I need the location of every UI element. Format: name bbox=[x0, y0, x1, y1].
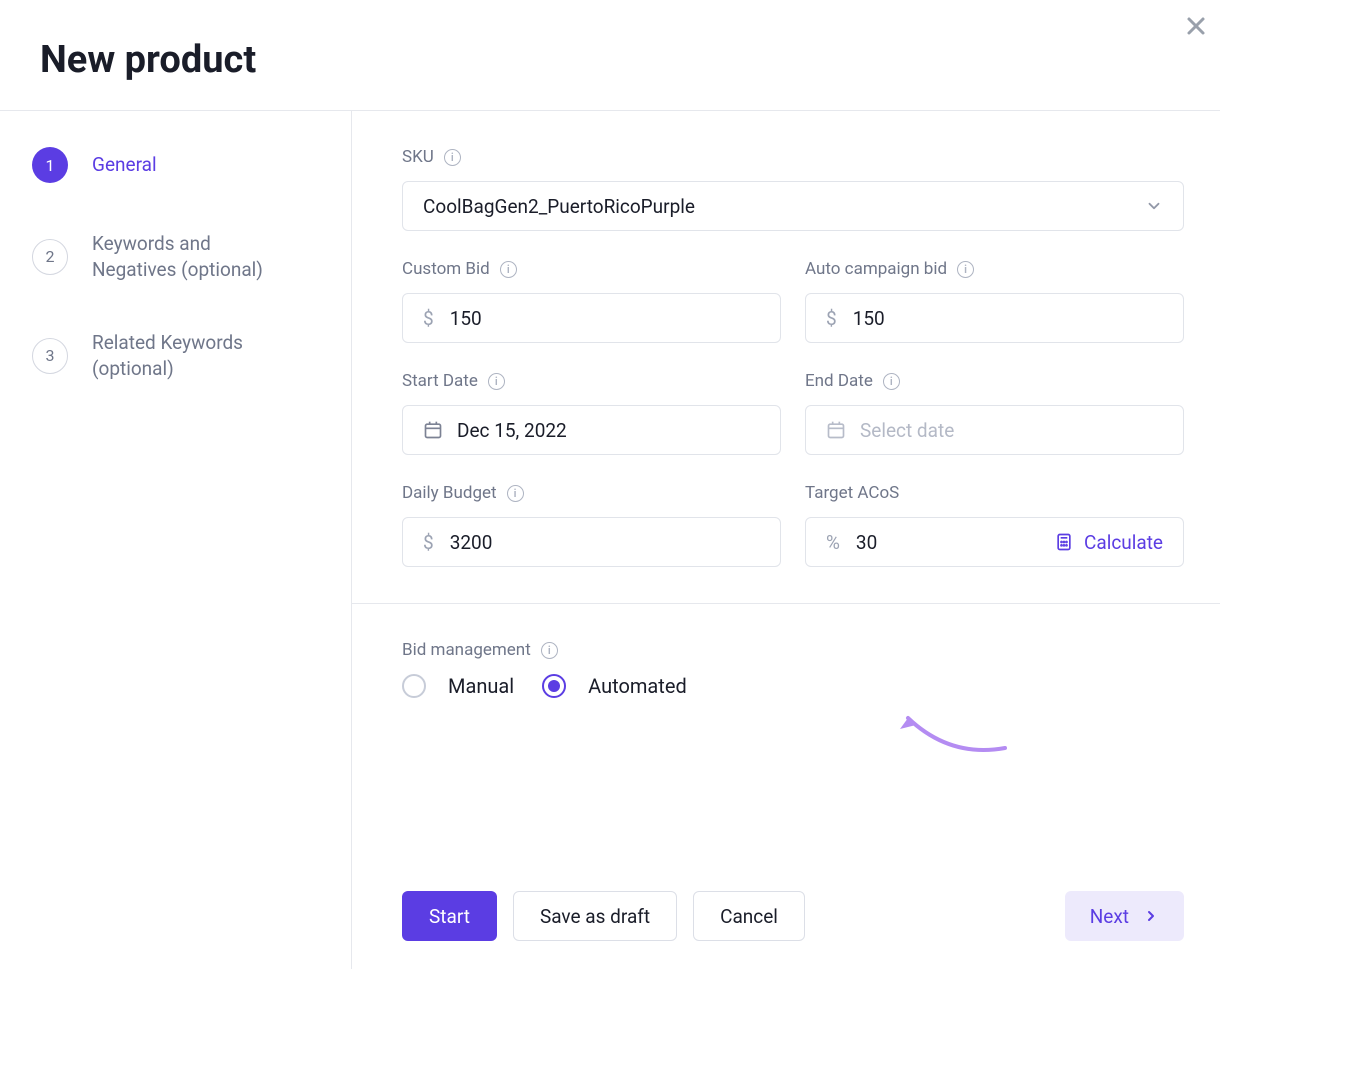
page-title: New product bbox=[40, 38, 1180, 82]
auto-bid-value: 150 bbox=[853, 307, 1163, 330]
end-date-label: End Date i bbox=[805, 371, 1184, 391]
step-general[interactable]: 1 General bbox=[32, 147, 335, 183]
target-acos-label: Target ACoS bbox=[805, 483, 1184, 503]
custom-bid-input[interactable]: $ 150 bbox=[402, 293, 781, 343]
target-acos-value: 30 bbox=[856, 531, 1054, 554]
end-date-input[interactable]: Select date bbox=[805, 405, 1184, 455]
save-draft-button[interactable]: Save as draft bbox=[513, 891, 677, 941]
daily-budget-label: Daily Budget i bbox=[402, 483, 781, 503]
info-icon[interactable]: i bbox=[883, 373, 900, 390]
custom-bid-value: 150 bbox=[450, 307, 760, 330]
sku-value: CoolBagGen2_PuertoRicoPurple bbox=[423, 195, 695, 218]
start-date-input[interactable]: Dec 15, 2022 bbox=[402, 405, 781, 455]
start-date-value: Dec 15, 2022 bbox=[457, 419, 760, 442]
calendar-icon bbox=[826, 420, 846, 440]
daily-budget-input[interactable]: $ 3200 bbox=[402, 517, 781, 567]
currency-prefix: $ bbox=[826, 307, 837, 330]
currency-prefix: $ bbox=[423, 307, 434, 330]
bid-automated-label: Automated bbox=[588, 674, 687, 698]
bid-manual-label: Manual bbox=[448, 674, 514, 698]
close-button[interactable] bbox=[1184, 14, 1208, 38]
end-date-placeholder: Select date bbox=[860, 419, 1163, 442]
start-button[interactable]: Start bbox=[402, 891, 497, 941]
footer-actions: Start Save as draft Cancel Next bbox=[402, 871, 1184, 969]
info-icon[interactable]: i bbox=[507, 485, 524, 502]
new-product-modal: New product 1 General 2 Keywords and Neg… bbox=[0, 0, 1220, 970]
custom-bid-label: Custom Bid i bbox=[402, 259, 781, 279]
bid-manual-radio[interactable] bbox=[402, 674, 426, 698]
bid-management-label: Bid management i bbox=[402, 640, 1184, 660]
section-divider bbox=[352, 603, 1220, 604]
calculator-icon bbox=[1054, 532, 1074, 552]
target-acos-input[interactable]: % 30 Calculate bbox=[805, 517, 1184, 567]
step-keywords-negatives[interactable]: 2 Keywords and Negatives (optional) bbox=[32, 231, 335, 282]
calendar-icon bbox=[423, 420, 443, 440]
start-date-label: Start Date i bbox=[402, 371, 781, 391]
calculate-link[interactable]: Calculate bbox=[1054, 531, 1163, 554]
sku-label: SKU i bbox=[402, 147, 1184, 167]
step-number: 3 bbox=[32, 338, 68, 374]
info-icon[interactable]: i bbox=[444, 149, 461, 166]
annotation-arrow bbox=[890, 703, 1020, 763]
percent-prefix: % bbox=[826, 531, 840, 554]
step-label: Keywords and Negatives (optional) bbox=[92, 231, 292, 282]
cancel-button[interactable]: Cancel bbox=[693, 891, 805, 941]
daily-budget-value: 3200 bbox=[450, 531, 760, 554]
info-icon[interactable]: i bbox=[541, 642, 558, 659]
steps-sidebar: 1 General 2 Keywords and Negatives (opti… bbox=[0, 111, 352, 969]
chevron-down-icon bbox=[1145, 197, 1163, 215]
bid-automated-radio[interactable] bbox=[542, 674, 566, 698]
auto-bid-label: Auto campaign bid i bbox=[805, 259, 1184, 279]
step-number: 2 bbox=[32, 239, 68, 275]
info-icon[interactable]: i bbox=[957, 261, 974, 278]
step-label: Related Keywords (optional) bbox=[92, 330, 292, 381]
step-related-keywords[interactable]: 3 Related Keywords (optional) bbox=[32, 330, 335, 381]
form-content: SKU i CoolBagGen2_PuertoRicoPurple Custo… bbox=[352, 111, 1220, 969]
next-button[interactable]: Next bbox=[1065, 891, 1184, 941]
auto-bid-input[interactable]: $ 150 bbox=[805, 293, 1184, 343]
modal-header: New product bbox=[0, 0, 1220, 111]
step-number: 1 bbox=[32, 147, 68, 183]
info-icon[interactable]: i bbox=[488, 373, 505, 390]
sku-select[interactable]: CoolBagGen2_PuertoRicoPurple bbox=[402, 181, 1184, 231]
close-icon bbox=[1184, 14, 1208, 38]
chevron-right-icon bbox=[1143, 908, 1159, 924]
info-icon[interactable]: i bbox=[500, 261, 517, 278]
currency-prefix: $ bbox=[423, 531, 434, 554]
step-label: General bbox=[92, 152, 157, 178]
